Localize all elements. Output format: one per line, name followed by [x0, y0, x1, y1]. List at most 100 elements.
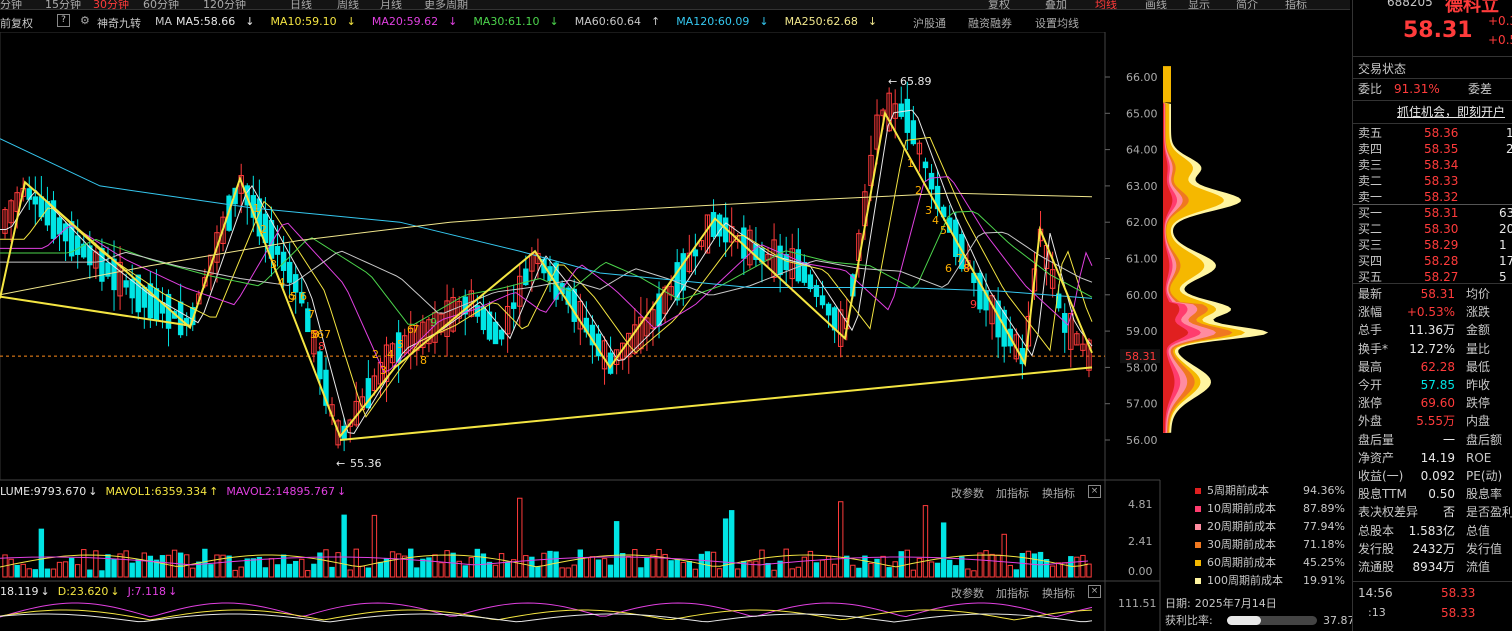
open-account-promo[interactable]: 抓住机会，即刻开户	[1397, 103, 1505, 120]
low-annotation-arrow: ←	[336, 457, 345, 470]
stat-value: 0.092	[1420, 469, 1455, 483]
cost-legend-pct: 45.25%	[1303, 556, 1345, 569]
indicator-name[interactable]: 神奇九转	[97, 15, 141, 31]
legend-value: D:23.620	[57, 585, 109, 598]
right-tab-3[interactable]: 画线	[1145, 0, 1167, 9]
legend-value: MAVOL1:6359.334	[105, 485, 208, 498]
volume-bar	[638, 567, 644, 578]
volume-bar	[589, 556, 596, 578]
period-tab-4[interactable]: 120分钟	[203, 0, 246, 9]
legend-item: MA10:59.10 ↓	[270, 15, 363, 28]
period-tab-3[interactable]: 60分钟	[143, 0, 179, 9]
right-tab-4[interactable]: 显示	[1188, 0, 1210, 9]
stat-row: 总股本 1.583亿 总值	[1358, 522, 1512, 540]
candle-body	[492, 321, 499, 345]
tick-price: 58.33	[1441, 586, 1476, 600]
volume-bar	[795, 566, 802, 578]
period-tab-7[interactable]: 月线	[380, 0, 402, 9]
kdj-add-indicator-button[interactable]: 加指标	[996, 585, 1029, 601]
support-line	[339, 366, 1093, 441]
vol-add-indicator-button[interactable]: 加指标	[996, 485, 1029, 501]
cost-legend-label: 20周期前成本	[1207, 520, 1276, 533]
kdj-switch-indicator-button[interactable]: 换指标	[1042, 585, 1075, 601]
volume-bar	[62, 561, 69, 578]
ask-price: 58.35	[1424, 142, 1459, 156]
period-tab-6[interactable]: 周线	[337, 0, 359, 9]
price-tick: 62.00	[1126, 216, 1158, 229]
period-tab-1[interactable]: 15分钟	[45, 0, 81, 9]
bid-row[interactable]: 买四 58.28 17	[1358, 253, 1512, 269]
kline-chart[interactable]: 66.0065.0064.0063.0062.0061.0060.0059.00…	[0, 32, 1350, 631]
volume-bar	[1074, 556, 1080, 578]
stat-value: +0.53%	[1406, 305, 1455, 320]
volume-bar	[989, 553, 995, 578]
volume-bar	[965, 568, 971, 578]
period-tab-8[interactable]: 更多周期	[424, 0, 468, 9]
ask-row[interactable]: 卖一 58.32	[1358, 189, 1512, 205]
kdj-edit-params-button[interactable]: 改参数	[951, 585, 984, 601]
volume-bar	[698, 553, 705, 578]
right-tab-5[interactable]: 简介	[1236, 0, 1258, 9]
volume-bar	[946, 559, 953, 578]
period-tab-0[interactable]: 分钟	[0, 0, 22, 9]
candle-body	[123, 280, 129, 288]
volume-bar	[577, 549, 584, 578]
stat-label-2: 涨跌	[1466, 305, 1491, 320]
volume-bar	[347, 569, 353, 578]
volume-bar	[916, 557, 923, 578]
volume-tick: 4.81	[1128, 498, 1153, 511]
cost-legend-swatch	[1195, 506, 1201, 512]
volume-bar	[753, 560, 759, 578]
bid-row[interactable]: 买二 58.30 20	[1358, 221, 1512, 237]
vol-close-icon[interactable]: ×	[1088, 485, 1101, 498]
gear-icon[interactable]: ⚙	[80, 14, 90, 27]
ask-row[interactable]: 卖四 58.35 2	[1358, 141, 1512, 157]
ask-row[interactable]: 卖五 58.36 1	[1358, 125, 1512, 141]
ask-volume: 1	[1506, 126, 1512, 140]
period-tab-5[interactable]: 日线	[290, 0, 312, 9]
price-tick: 58.00	[1126, 361, 1158, 374]
hsgt-link[interactable]: 沪股通	[913, 15, 946, 31]
right-tab-0[interactable]: 复权	[988, 0, 1010, 9]
wei-cha-label: 委差	[1468, 82, 1493, 96]
chip-date: 2025年7月14日	[1194, 597, 1277, 610]
vol-edit-params-button[interactable]: 改参数	[951, 485, 984, 501]
help-icon[interactable]: ?	[57, 14, 70, 27]
candle-body	[807, 274, 814, 290]
right-tab-6[interactable]: 指标	[1285, 0, 1307, 9]
stat-label-2: ROE	[1466, 450, 1492, 465]
volume-bar	[268, 558, 275, 578]
volume-bar	[365, 567, 372, 578]
nine-turn-label: 8	[963, 262, 970, 275]
stat-label-2: 跌停	[1466, 396, 1491, 411]
bid-row[interactable]: 买三 58.29 1	[1358, 237, 1512, 253]
ask-row[interactable]: 卖三 58.34	[1358, 157, 1512, 173]
margin-link[interactable]: 融资融券	[968, 15, 1012, 31]
adjust-mode-label[interactable]: 前复权	[0, 15, 33, 31]
bid-row[interactable]: 买一 58.31 63	[1358, 205, 1512, 221]
stat-label: 收益(一)	[1358, 469, 1404, 483]
volume-bar	[553, 551, 559, 578]
current-price-tag: 58.31	[1125, 350, 1157, 363]
vol-switch-indicator-button[interactable]: 换指标	[1042, 485, 1075, 501]
volume-bar	[765, 563, 771, 578]
legend-item: J:7.118 ↓	[128, 585, 178, 598]
right-tab-1[interactable]: 叠加	[1045, 0, 1067, 9]
volume-bar	[214, 554, 220, 578]
stat-label: 总手	[1358, 323, 1383, 338]
stat-row: 今开 57.85 昨收	[1358, 376, 1512, 394]
kdj-close-icon[interactable]: ×	[1088, 585, 1101, 598]
set-ma-link[interactable]: 设置均线	[1035, 15, 1079, 31]
stat-label-2: 是否盈利	[1466, 505, 1512, 520]
ask-row[interactable]: 卖二 58.33	[1358, 173, 1512, 189]
price-tick: 59.00	[1126, 325, 1158, 338]
nine-turn-label: 2	[915, 184, 922, 197]
volume-bar	[159, 555, 166, 578]
legend-arrow: ↓	[40, 585, 50, 598]
volume-bar	[438, 562, 444, 578]
cost-legend-swatch	[1195, 542, 1201, 548]
period-tab-2[interactable]: 30分钟	[93, 0, 129, 9]
cost-legend-row: 10周期前成本 87.89%	[1195, 500, 1345, 518]
volume-bar	[486, 561, 493, 578]
right-tab-2[interactable]: 均线	[1095, 0, 1117, 9]
